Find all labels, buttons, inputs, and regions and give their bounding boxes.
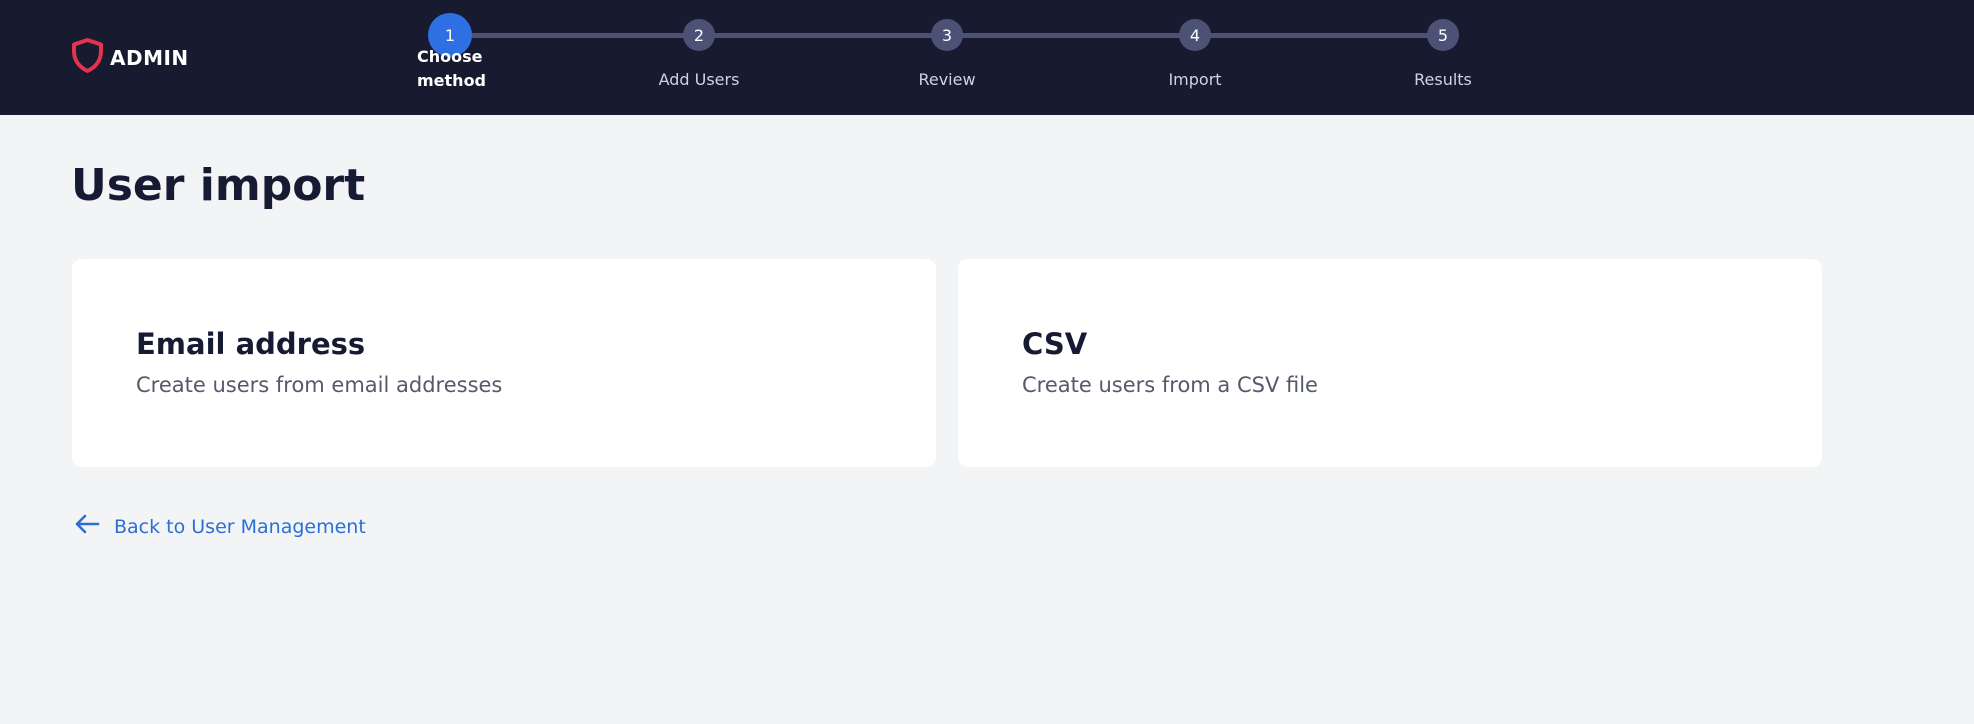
- step-5-label: Results: [1414, 70, 1472, 89]
- arrow-left-icon: [74, 513, 100, 540]
- step-4-circle: 4: [1179, 19, 1211, 51]
- option-email-description: Create users from email addresses: [136, 373, 503, 397]
- option-card-email[interactable]: Email address Create users from email ad…: [72, 259, 936, 467]
- step-3-label: Review: [918, 70, 976, 89]
- step-1-label: Choose method: [417, 47, 487, 90]
- step-3-circle: 3: [931, 19, 963, 51]
- progress-stepper: 1 Choose method 2 Add Users 3 Review 4 I…: [0, 0, 1974, 115]
- option-csv-title: CSV: [1022, 327, 1088, 361]
- option-csv-description: Create users from a CSV file: [1022, 373, 1318, 397]
- back-link-label: Back to User Management: [114, 515, 366, 538]
- option-email-title: Email address: [136, 327, 366, 361]
- option-card-csv[interactable]: CSV Create users from a CSV file: [958, 259, 1822, 467]
- step-2-label: Add Users: [658, 70, 740, 89]
- page-title: User import: [71, 160, 366, 211]
- step-2-circle: 2: [683, 19, 715, 51]
- top-bar: ADMIN 1 Choose method 2 Add Users 3 Revi…: [0, 0, 1974, 115]
- step-5-circle: 5: [1427, 19, 1459, 51]
- step-4-label: Import: [1168, 70, 1222, 89]
- back-to-user-management-link[interactable]: Back to User Management: [74, 513, 366, 540]
